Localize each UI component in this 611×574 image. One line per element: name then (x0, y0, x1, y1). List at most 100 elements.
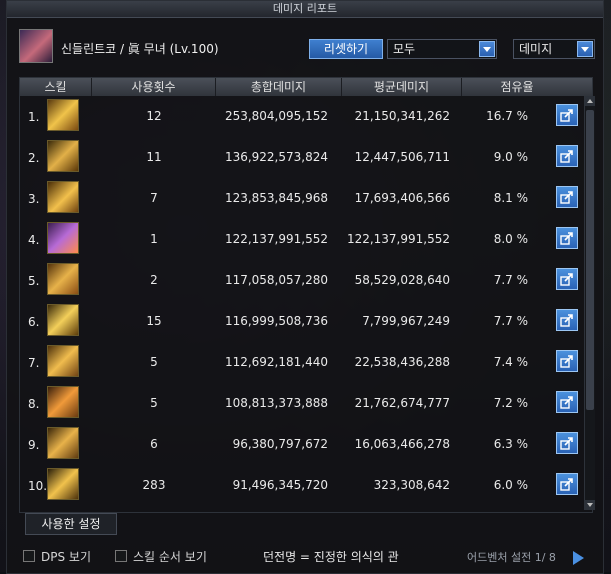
share-export-icon[interactable] (556, 145, 578, 167)
row-total-damage: 117,058,057,280 (224, 273, 328, 287)
row-rank: 10. (28, 479, 48, 493)
row-average-damage: 323,308,642 (373, 478, 450, 492)
row-average-damage: 17,693,406,566 (354, 191, 450, 205)
skill-icon-dragon (47, 140, 79, 172)
skill-icon-claw (47, 427, 79, 459)
row-use-count: 7 (150, 191, 158, 205)
play-icon[interactable] (573, 551, 584, 565)
row-share: 7.4 % (493, 355, 528, 369)
skill-icon-fist (47, 263, 79, 295)
row-rank: 1. (28, 110, 40, 124)
tab-used-settings[interactable]: 사용한 설정 (25, 513, 117, 535)
row-use-count: 283 (142, 478, 166, 492)
scroll-thumb[interactable] (586, 110, 594, 410)
share-export-icon[interactable] (556, 309, 578, 331)
chevron-down-icon[interactable] (577, 41, 593, 57)
col-use-count: 사용횟수 (92, 78, 216, 96)
table-row: 4. 1 122,137,991,552 122,137,991,552 8.0… (20, 219, 578, 260)
table-row: 10. 283 91,496,345,720 323,308,642 6.0 % (20, 465, 578, 506)
row-average-damage: 122,137,991,552 (346, 232, 450, 246)
row-use-count: 5 (150, 355, 158, 369)
table-row: 6. 15 116,999,508,736 7,799,967,249 7.7 … (20, 301, 578, 342)
row-use-count: 5 (150, 396, 158, 410)
dungeon-name: 던전명 = 진정한 의식의 관 (263, 550, 399, 564)
row-rank: 5. (28, 274, 40, 288)
row-share: 16.7 % (486, 109, 528, 123)
share-export-icon[interactable] (556, 227, 578, 249)
share-export-icon[interactable] (556, 104, 578, 126)
skill-damage-table: 스킬 사용횟수 총합데미지 평균데미지 점유율 1. 12 253,804,09… (19, 77, 595, 513)
row-rank: 3. (28, 192, 40, 206)
scroll-down-icon[interactable] (585, 500, 595, 510)
scope-select[interactable]: 모두 (387, 39, 497, 59)
skill-icon-orb (47, 181, 79, 213)
skill-order-checkbox[interactable] (115, 550, 127, 562)
report-header: 신들린트코 / 眞 무녀 (Lv.100) 리셋하기 모두 데미지 (19, 29, 595, 65)
window-title: 데미지 리포트 (7, 1, 603, 18)
reset-button[interactable]: 리셋하기 (309, 39, 383, 59)
row-average-damage: 7,799,967,249 (362, 314, 450, 328)
row-total-damage: 122,137,991,552 (224, 232, 328, 246)
share-export-icon[interactable] (556, 268, 578, 290)
row-total-damage: 91,496,345,720 (232, 478, 328, 492)
row-use-count: 15 (146, 314, 162, 328)
col-share: 점유율 (500, 80, 534, 94)
row-use-count: 6 (150, 437, 158, 451)
character-portrait (19, 29, 53, 63)
scope-select-value: 모두 (393, 42, 416, 56)
table-row: 3. 7 123,853,845,968 17,693,406,566 8.1 … (20, 178, 578, 219)
col-average-damage: 평균데미지 (342, 78, 462, 96)
row-total-damage: 96,380,797,672 (232, 437, 328, 451)
row-use-count: 12 (146, 109, 162, 123)
row-share: 7.7 % (493, 314, 528, 328)
table-row: 7. 5 112,692,181,440 22,538,436,288 7.4 … (20, 342, 578, 383)
row-rank: 7. (28, 356, 40, 370)
row-total-damage: 116,999,508,736 (224, 314, 328, 328)
skill-icon-gold-burst (47, 99, 79, 131)
row-average-damage: 12,447,506,711 (354, 150, 450, 164)
row-share: 9.0 % (493, 150, 528, 164)
scroll-up-icon[interactable] (585, 96, 595, 106)
share-export-icon[interactable] (556, 186, 578, 208)
row-share: 7.7 % (493, 273, 528, 287)
share-export-icon[interactable] (556, 391, 578, 413)
row-share: 8.0 % (493, 232, 528, 246)
row-rank: 2. (28, 151, 40, 165)
dps-view-label: DPS 보기 (41, 550, 91, 564)
row-average-damage: 21,150,341,262 (354, 109, 450, 123)
scrollbar[interactable] (584, 96, 595, 510)
row-average-damage: 58,529,028,640 (354, 273, 450, 287)
skill-icon-flurry (47, 345, 79, 377)
damage-report-window: 데미지 리포트 신들린트코 / 眞 무녀 (Lv.100) 리셋하기 모두 데미… (6, 0, 604, 574)
row-share: 6.3 % (493, 437, 528, 451)
row-share: 7.2 % (493, 396, 528, 410)
table-row: 9. 6 96,380,797,672 16,063,466,278 6.3 % (20, 424, 578, 465)
share-export-icon[interactable] (556, 473, 578, 495)
table-row: 1. 12 253,804,095,152 21,150,341,262 16.… (20, 96, 578, 137)
table-row: 5. 2 117,058,057,280 58,529,028,640 7.7 … (20, 260, 578, 301)
row-total-damage: 112,692,181,440 (224, 355, 328, 369)
footer-bar: DPS 보기 스킬 순서 보기 던전명 = 진정한 의식의 관 어드벤처 설전 … (7, 545, 603, 569)
table-row: 8. 5 108,813,373,888 21,762,674,777 7.2 … (20, 383, 578, 424)
row-total-damage: 123,853,845,968 (224, 191, 328, 205)
skill-icon-flame-dash (47, 386, 79, 418)
metric-select[interactable]: 데미지 (513, 39, 595, 59)
skill-icon-swirl (47, 304, 79, 336)
row-use-count: 1 (150, 232, 158, 246)
table-header: 스킬 사용횟수 총합데미지 평균데미지 점유율 (20, 78, 592, 96)
row-rank: 6. (28, 315, 40, 329)
row-average-damage: 22,538,436,288 (354, 355, 450, 369)
skill-order-label: 스킬 순서 보기 (133, 550, 207, 564)
row-use-count: 11 (146, 150, 162, 164)
table-row: 2. 11 136,922,573,824 12,447,506,711 9.0… (20, 137, 578, 178)
share-export-icon[interactable] (556, 432, 578, 454)
row-use-count: 2 (150, 273, 158, 287)
row-rank: 9. (28, 438, 40, 452)
metric-select-value: 데미지 (519, 42, 553, 56)
row-share: 8.1 % (493, 191, 528, 205)
chevron-down-icon[interactable] (479, 41, 495, 57)
dps-view-checkbox[interactable] (23, 550, 35, 562)
share-export-icon[interactable] (556, 350, 578, 372)
row-rank: 8. (28, 397, 40, 411)
col-total-damage: 총합데미지 (216, 78, 342, 96)
